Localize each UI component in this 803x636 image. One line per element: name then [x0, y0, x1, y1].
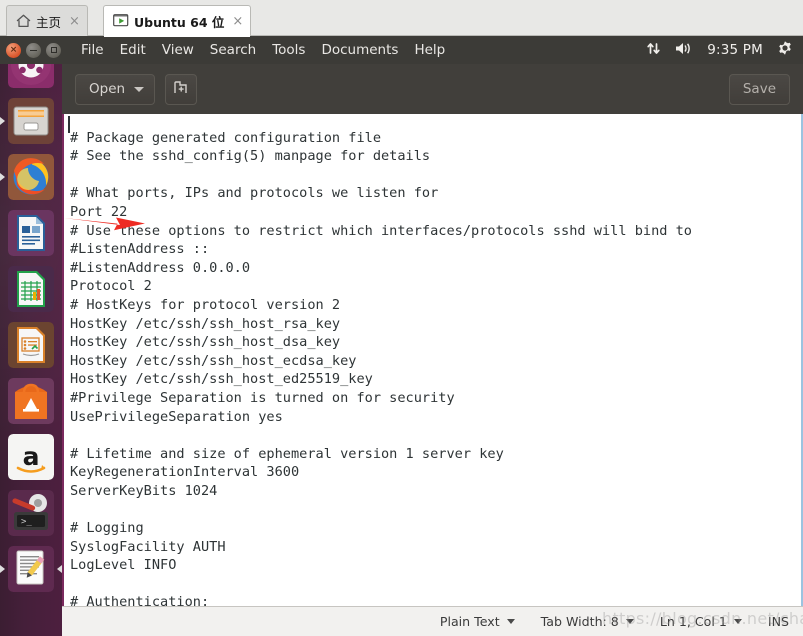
- cursor-position[interactable]: Ln 1, Col 1: [660, 614, 742, 629]
- gedit-text-view[interactable]: # Package generated configuration file #…: [62, 114, 803, 636]
- launcher-item-firefox[interactable]: [8, 154, 54, 200]
- gedit-window: × File Edit View Search Tools Documents …: [0, 36, 803, 636]
- text-view-left-margin: [62, 114, 64, 636]
- gedit-status-bar: Plain Text Tab Width: 8 Ln 1, Col 1 INS: [62, 606, 803, 636]
- clock[interactable]: 9:35 PM: [707, 42, 763, 58]
- vm-tab-home[interactable]: 主页 ×: [6, 5, 88, 36]
- chevron-down-icon: [506, 619, 515, 624]
- chevron-down-icon: [733, 619, 742, 624]
- new-document-button[interactable]: [165, 73, 198, 105]
- vm-tab-strip: 主页 × Ubuntu 64 位 ×: [0, 0, 803, 37]
- system-indicators: 9:35 PM: [646, 40, 803, 60]
- svg-text:a: a: [23, 442, 40, 471]
- launcher-item-libreoffice-impress[interactable]: [8, 322, 54, 368]
- cursor-position-label: Ln 1, Col 1: [659, 614, 727, 629]
- window-maximize-button[interactable]: [46, 42, 61, 58]
- save-button-label: Save: [742, 81, 776, 97]
- network-icon[interactable]: [646, 41, 661, 60]
- menu-view[interactable]: View: [154, 39, 202, 61]
- window-close-button[interactable]: ×: [6, 42, 21, 58]
- tab-width-label: Tab Width: 8: [540, 614, 619, 629]
- volume-icon[interactable]: [675, 41, 693, 60]
- open-button-label: Open: [89, 81, 126, 97]
- svg-text:>_: >_: [21, 517, 32, 527]
- launcher-item-files[interactable]: [8, 98, 54, 144]
- vm-tab-ubuntu-label: Ubuntu 64 位: [134, 14, 225, 30]
- vm-tab-ubuntu[interactable]: Ubuntu 64 位 ×: [103, 5, 252, 37]
- menu-tools[interactable]: Tools: [264, 39, 313, 61]
- launcher-item-ubuntu-software[interactable]: [8, 378, 54, 424]
- save-button[interactable]: Save: [728, 73, 790, 105]
- launcher-running-indicator-firefox: [0, 173, 5, 181]
- gear-icon[interactable]: [777, 40, 793, 60]
- launcher-item-amazon[interactable]: a: [8, 434, 54, 480]
- launcher-running-indicator-text-editor: [0, 565, 5, 573]
- language-label: Plain Text: [439, 614, 500, 629]
- vm-tab-ubuntu-close-icon[interactable]: ×: [232, 15, 243, 28]
- menu-help[interactable]: Help: [406, 39, 453, 61]
- tab-width-selector[interactable]: Tab Width: 8: [541, 614, 634, 629]
- menu-edit[interactable]: Edit: [112, 39, 154, 61]
- menu-search[interactable]: Search: [202, 39, 264, 61]
- home-icon: [16, 14, 31, 28]
- virtual-machine-icon: [113, 14, 129, 28]
- launcher-item-libreoffice-calc[interactable]: [8, 266, 54, 312]
- unity-launcher: a >_: [0, 36, 62, 636]
- window-minimize-button[interactable]: [26, 42, 41, 58]
- gedit-toolbar: Open Save: [62, 64, 803, 114]
- language-selector[interactable]: Plain Text: [440, 614, 515, 629]
- chevron-down-icon: [134, 86, 145, 92]
- new-document-icon: [173, 80, 189, 99]
- launcher-item-text-editor[interactable]: [8, 546, 54, 592]
- annotation-red-arrow: [64, 217, 145, 231]
- screenshot-root: 主页 × Ubuntu 64 位 × a >_ × File Edit View…: [0, 0, 803, 636]
- menu-file[interactable]: File: [73, 39, 112, 61]
- vm-tab-home-label: 主页: [36, 14, 62, 30]
- open-button[interactable]: Open: [75, 73, 156, 105]
- window-controls: ×: [6, 42, 61, 58]
- launcher-item-system-settings[interactable]: >_: [8, 490, 54, 536]
- insert-mode-label: INS: [767, 614, 789, 629]
- vm-tab-home-close-icon[interactable]: ×: [69, 15, 80, 28]
- ubuntu-desktop: a >_ × File Edit View Search Tools Docum…: [0, 36, 803, 636]
- launcher-item-libreoffice-writer[interactable]: [8, 210, 54, 256]
- chevron-down-icon: [625, 619, 634, 624]
- launcher-running-indicator-files: [0, 117, 5, 125]
- menu-documents[interactable]: Documents: [313, 39, 406, 61]
- sshd-config-content[interactable]: # Package generated configuration file #…: [70, 129, 692, 636]
- unity-menu-bar: × File Edit View Search Tools Documents …: [0, 36, 803, 64]
